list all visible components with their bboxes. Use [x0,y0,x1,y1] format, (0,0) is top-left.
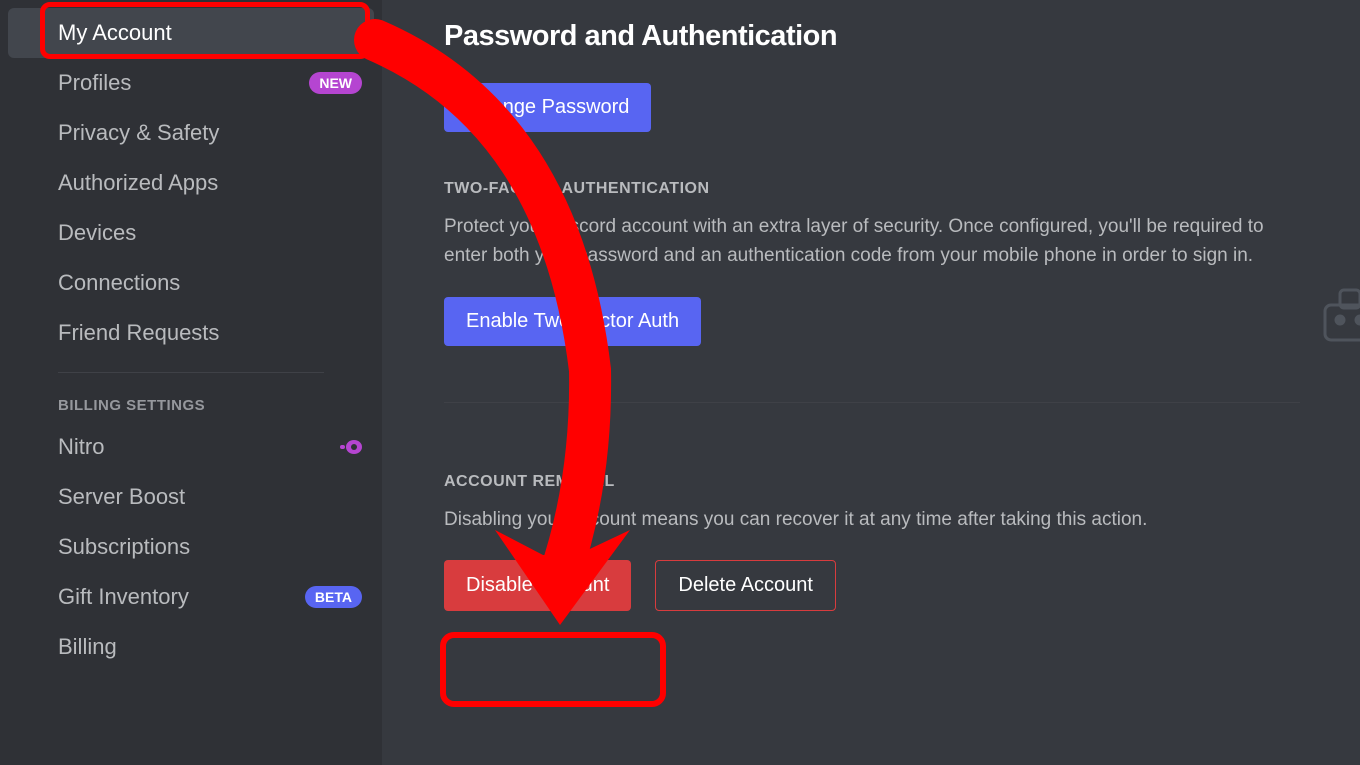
disable-account-button[interactable]: Disable Account [444,560,631,611]
removal-section-header: Account Removal [444,473,1300,491]
sidebar-item-label: Subscriptions [58,534,190,560]
nitro-icon [340,439,362,455]
sidebar-item-label: Billing [58,634,117,660]
main-content: Password and Authentication Change Passw… [382,0,1360,765]
removal-button-row: Disable Account Delete Account [444,560,1300,611]
sidebar-item-friend-requests[interactable]: Friend Requests [0,308,382,358]
delete-account-button[interactable]: Delete Account [655,560,836,611]
sidebar-item-label: Nitro [58,434,104,460]
beta-badge: BETA [305,586,362,608]
sidebar-item-label: Friend Requests [58,320,219,346]
sidebar: My Account Profiles NEW Privacy & Safety… [0,0,382,765]
sidebar-item-label: My Account [58,20,172,46]
sidebar-item-connections[interactable]: Connections [0,258,382,308]
sidebar-item-devices[interactable]: Devices [0,208,382,258]
sidebar-item-label: Devices [58,220,136,246]
robot-decoration-icon [1310,280,1360,355]
sidebar-item-gift-inventory[interactable]: Gift Inventory BETA [0,572,382,622]
removal-section-desc: Disabling your account means you can rec… [444,505,1300,534]
sidebar-divider [58,372,324,373]
sidebar-item-label: Connections [58,270,180,296]
sidebar-item-label: Privacy & Safety [58,120,219,146]
enable-twofa-button[interactable]: Enable Two-Factor Auth [444,297,701,346]
sidebar-item-my-account[interactable]: My Account [8,8,374,58]
page-title: Password and Authentication [444,20,1300,53]
sidebar-item-label: Gift Inventory [58,584,189,610]
sidebar-item-label: Profiles [58,70,131,96]
sidebar-item-label: Authorized Apps [58,170,218,196]
twofa-section-header: Two-Factor Authentication [444,180,1300,198]
sidebar-item-label: Server Boost [58,484,185,510]
sidebar-item-authorized-apps[interactable]: Authorized Apps [0,158,382,208]
sidebar-item-privacy-safety[interactable]: Privacy & Safety [0,108,382,158]
sidebar-item-server-boost[interactable]: Server Boost [0,472,382,522]
new-badge: NEW [309,72,362,94]
change-password-button[interactable]: Change Password [444,83,651,132]
twofa-section-desc: Protect your Discord account with an ext… [444,212,1300,271]
sidebar-item-billing[interactable]: Billing [0,622,382,672]
sidebar-section-billing-header: Billing Settings [0,377,382,422]
section-divider [444,402,1300,403]
sidebar-item-subscriptions[interactable]: Subscriptions [0,522,382,572]
sidebar-item-nitro[interactable]: Nitro [0,422,382,472]
sidebar-item-profiles[interactable]: Profiles NEW [0,58,382,108]
